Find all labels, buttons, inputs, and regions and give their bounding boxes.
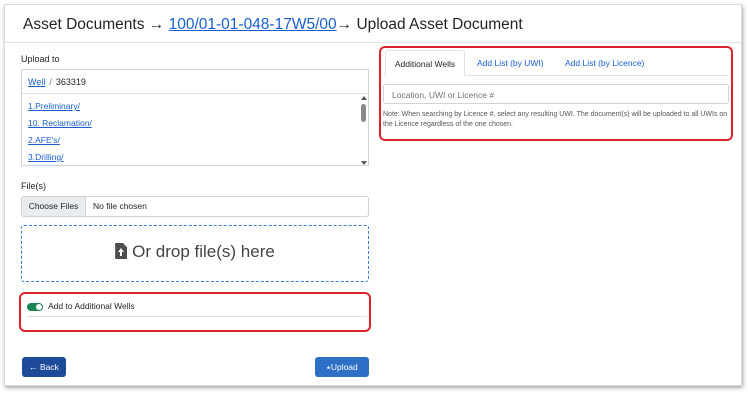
drop-zone-content: Or drop file(s) here xyxy=(22,242,368,262)
file-upload-icon xyxy=(115,243,128,259)
drop-zone-text: Or drop file(s) here xyxy=(132,242,275,261)
divider xyxy=(27,316,367,317)
additional-wells-toggle-label: Add to Additional Wells xyxy=(48,301,135,311)
toggle-knob xyxy=(36,304,42,310)
files-label: File(s) xyxy=(21,181,46,191)
scroll-up-icon[interactable] xyxy=(361,96,367,100)
title-prefix: Asset Documents → xyxy=(23,16,165,33)
arrow-left-icon: ← xyxy=(29,362,38,372)
breadcrumb-well-link[interactable]: Well xyxy=(28,77,45,87)
breadcrumb-current: 363319 xyxy=(55,77,86,87)
tab-add-list-uwi[interactable]: Add List (by UWI) xyxy=(477,50,544,76)
folder-item[interactable]: 3.Drilling/ xyxy=(28,152,63,162)
wells-tabs: Additional Wells Add List (by UWI) Add L… xyxy=(383,50,729,76)
folder-browser: Well /363319 1.Preliminary/ 10. Reclamati… xyxy=(21,69,369,166)
scroll-thumb[interactable] xyxy=(361,104,366,122)
back-button-label: Back xyxy=(39,362,59,372)
well-search-input[interactable] xyxy=(384,86,728,104)
folder-item[interactable]: 10. Reclamation/ xyxy=(28,118,92,128)
folder-list[interactable]: 1.Preliminary/ 10. Reclamation/ 2.AFE's/… xyxy=(22,93,368,166)
upload-button-label: Upload xyxy=(330,362,358,372)
folder-item[interactable]: 2.AFE's/ xyxy=(28,135,60,145)
folder-item[interactable]: 1.Preliminary/ xyxy=(28,101,80,111)
well-search-field[interactable] xyxy=(383,84,729,104)
file-drop-zone[interactable]: Or drop file(s) here xyxy=(21,225,369,282)
highlight-box-toggle xyxy=(19,292,371,332)
choose-files-button[interactable]: Choose Files xyxy=(22,197,86,216)
title-suffix: → Upload Asset Document xyxy=(336,16,523,33)
file-status: No file chosen xyxy=(93,201,147,211)
scroll-down-icon[interactable] xyxy=(361,161,367,165)
breadcrumb-separator: / xyxy=(49,77,52,87)
breadcrumb: Well /363319 xyxy=(28,77,86,87)
folder-scrollbar[interactable] xyxy=(359,94,368,167)
page-title: Asset Documents → 100/01-01-048-17W5/00→… xyxy=(23,16,523,34)
licence-note: Note: When searching by Licence #, selec… xyxy=(383,111,728,128)
back-button[interactable]: ← Back xyxy=(22,357,66,377)
page-frame: Asset Documents → 100/01-01-048-17W5/00→… xyxy=(4,4,742,386)
file-input[interactable]: Choose Files No file chosen xyxy=(21,196,369,217)
tab-additional-wells[interactable]: Additional Wells xyxy=(385,50,465,76)
tab-add-list-licence[interactable]: Add List (by Licence) xyxy=(565,50,644,76)
well-uwi-link[interactable]: 100/01-01-048-17W5/00 xyxy=(169,16,337,33)
additional-wells-toggle[interactable] xyxy=(27,303,43,311)
upload-button[interactable]: ⭑Upload xyxy=(315,357,369,377)
page-header: Asset Documents → 100/01-01-048-17W5/00→… xyxy=(5,5,741,43)
upload-to-label: Upload to xyxy=(21,54,60,64)
